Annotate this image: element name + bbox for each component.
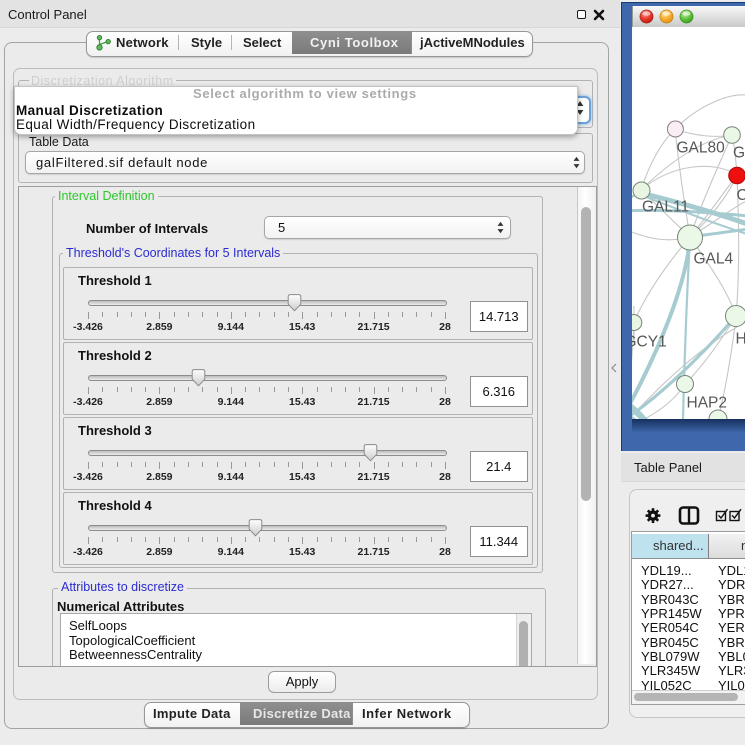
- svg-text:C: C: [737, 187, 745, 204]
- svg-text:GAL4: GAL4: [694, 251, 734, 268]
- svg-text:GAL80: GAL80: [677, 140, 726, 157]
- svg-text:G.: G.: [733, 145, 745, 162]
- svg-text:H: H: [736, 331, 745, 348]
- svg-text:GCY1: GCY1: [632, 334, 667, 351]
- svg-text:GAL11: GAL11: [642, 199, 689, 216]
- svg-text:HAP2: HAP2: [687, 395, 728, 412]
